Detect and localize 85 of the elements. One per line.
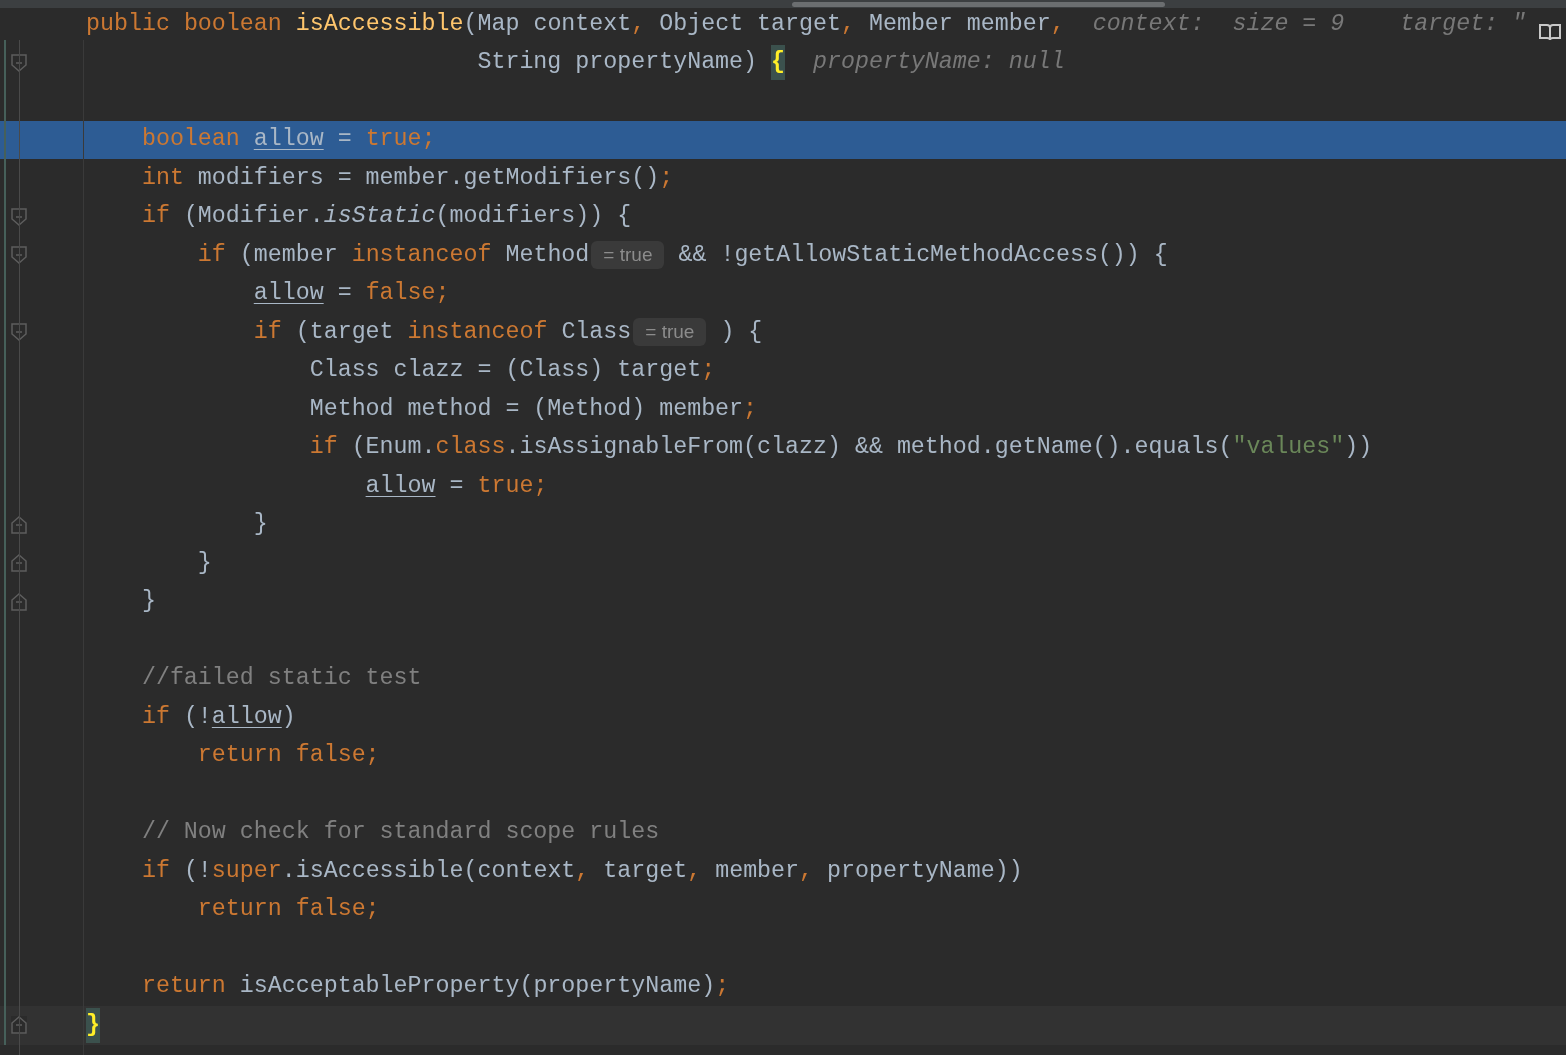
keyword: return false <box>197 895 366 925</box>
brace-match: { <box>771 45 786 81</box>
code-text: member <box>715 856 800 886</box>
code-text: ) <box>281 702 296 732</box>
punctuation: ; <box>365 741 380 771</box>
code-text: Method <box>505 240 590 270</box>
keyword: instanceof <box>351 240 492 270</box>
code-comment: //failed static test <box>141 664 422 694</box>
inline-value-hint: propertyName: null <box>813 48 1065 78</box>
code-text: = <box>449 471 464 501</box>
code-text: )) <box>1344 433 1373 463</box>
code-text: ) { <box>720 317 763 347</box>
keyword: if <box>309 433 338 463</box>
inline-value-hint: context: size = 9 <box>1092 9 1345 39</box>
code-text: (target <box>295 317 394 347</box>
code-text: Class <box>561 317 632 347</box>
code-text: String propertyName) <box>477 48 758 78</box>
code-text: Class clazz = (Class) target <box>309 356 702 386</box>
keyword: if <box>141 702 170 732</box>
punctuation: , <box>841 9 855 39</box>
keyword: boolean <box>183 9 282 39</box>
code-text: (modifiers)) { <box>435 202 632 232</box>
punctuation: , <box>631 9 646 39</box>
inline-value-hint: target: " <box>1400 9 1527 39</box>
punctuation: ; <box>743 394 758 424</box>
code-text: = <box>337 125 352 155</box>
code-text: } <box>253 510 268 540</box>
book-icon[interactable] <box>1538 22 1562 42</box>
code-text: target <box>603 856 688 886</box>
code-text: modifiers = member.getModifiers() <box>197 163 660 193</box>
variable-name: allow <box>365 471 436 501</box>
code-text: isAcceptableProperty(propertyName) <box>239 972 716 1002</box>
punctuation: ; <box>533 471 548 501</box>
code-text: (Enum. <box>351 433 436 463</box>
code-text: } <box>141 587 156 617</box>
code-text: Method method = (Method) member <box>309 394 744 424</box>
inlay-hint: = true <box>591 241 665 270</box>
inlay-hint: = true <box>633 318 707 347</box>
code-text: (member <box>239 240 338 270</box>
code-comment: // Now check for standard scope rules <box>141 818 660 848</box>
variable-name: allow <box>253 125 324 155</box>
code-text: } <box>197 548 212 578</box>
keyword: true <box>477 471 534 501</box>
keyword: super <box>211 856 282 886</box>
code-text: .isAccessible(context <box>281 856 576 886</box>
code-text: (! <box>183 702 212 732</box>
method-name: isAccessible <box>295 9 464 39</box>
static-method-call: isStatic <box>323 202 436 232</box>
keyword: return false <box>197 741 366 771</box>
code-text: (Modifier. <box>183 202 324 232</box>
code-text: propertyName)) <box>827 856 1023 886</box>
punctuation: , <box>687 856 702 886</box>
string-literal: "values" <box>1232 433 1345 463</box>
punctuation: ; <box>435 279 450 309</box>
code-text: Object target <box>659 9 841 39</box>
horizontal-scrollbar[interactable] <box>0 0 1566 8</box>
punctuation: ; <box>365 895 380 925</box>
keyword: if <box>197 240 226 270</box>
keyword: return <box>141 972 226 1002</box>
keyword: if <box>253 317 282 347</box>
punctuation: , <box>575 856 590 886</box>
punctuation: ; <box>421 125 436 155</box>
keyword: if <box>141 202 170 232</box>
variable-name: allow <box>211 702 282 732</box>
code-text: (! <box>183 856 212 886</box>
code-text: = <box>337 279 352 309</box>
code-text: && !getAllowStaticMethodAccess()) { <box>678 240 1168 270</box>
keyword: false <box>365 279 436 309</box>
punctuation: ; <box>659 163 674 193</box>
punctuation: , <box>1050 9 1065 39</box>
keyword: boolean <box>141 125 240 155</box>
code-text: .isAssignableFrom(clazz) && method.getName().equals( <box>505 433 1233 463</box>
brace-match: } <box>86 1007 100 1043</box>
keyword: true <box>365 125 422 155</box>
punctuation: , <box>799 856 814 886</box>
code-text: Member member <box>868 9 1051 39</box>
keyword: instanceof <box>407 317 548 347</box>
variable-name: allow <box>253 279 324 309</box>
punctuation: ; <box>715 972 730 1002</box>
code-text: (Map context <box>463 9 632 39</box>
punctuation: ; <box>701 356 716 386</box>
keyword: int <box>141 163 184 193</box>
keyword: class <box>435 433 506 463</box>
keyword: if <box>141 856 170 886</box>
keyword: public <box>86 9 170 39</box>
